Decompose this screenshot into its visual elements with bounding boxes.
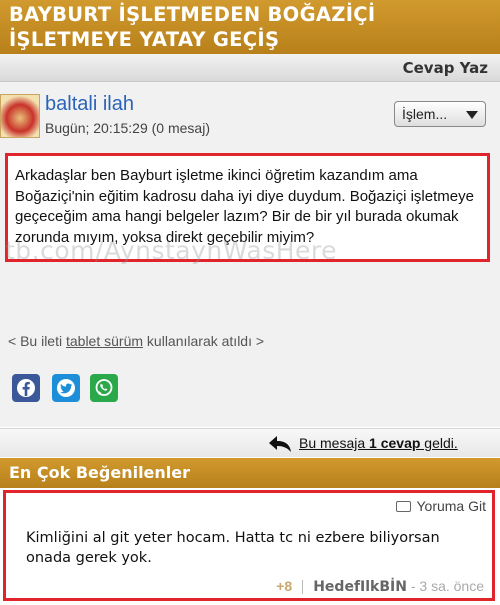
avatar[interactable] <box>0 94 40 138</box>
comment-time: - 3 sa. önce <box>406 578 484 594</box>
whatsapp-icon[interactable] <box>90 374 118 402</box>
top-comment-text: Kimliğini al git yeter hocam. Hatta tc n… <box>26 530 440 566</box>
watermark: tb.com/AynstaynWasHere <box>5 236 338 265</box>
chevron-down-icon <box>466 111 478 119</box>
divider <box>302 580 304 595</box>
tablet-note-prefix: < Bu ileti <box>8 333 66 349</box>
reply-info-bar: Bu mesaja 1 cevap geldi. <box>0 428 500 457</box>
comment-icon <box>396 500 412 512</box>
top-comment-meta: +8 HedefIlkBİN - 3 sa. önce <box>276 578 484 595</box>
comment-author[interactable]: HedefIlkBİN <box>313 579 407 595</box>
reply-count-prefix: Bu mesaja <box>299 435 370 451</box>
topic-title: BAYBURT İŞLETMEDEN BOĞAZİÇİ İŞLETMEYE YA… <box>9 3 376 51</box>
facebook-icon[interactable] <box>12 374 40 402</box>
twitter-icon[interactable] <box>52 374 80 402</box>
goto-comment-label: Yoruma Git <box>416 498 486 514</box>
tablet-note-suffix: kullanılarak atıldı > <box>143 333 265 349</box>
reply-button[interactable]: Cevap Yaz <box>403 59 488 77</box>
tablet-note: < Bu ileti tablet sürüm kullanılarak atı… <box>8 333 264 349</box>
like-count: +8 <box>276 578 293 594</box>
reply-arrow-icon <box>268 435 294 458</box>
post-username[interactable]: baltali ilah <box>45 93 134 116</box>
tablet-version-link[interactable]: tablet sürüm <box>66 333 143 349</box>
reply-count-link[interactable]: Bu mesaja 1 cevap geldi. <box>299 435 458 451</box>
topic-header: BAYBURT İŞLETMEDEN BOĞAZİÇİ İŞLETMEYE YA… <box>0 0 500 54</box>
reply-count-suffix: geldi. <box>420 435 458 451</box>
post-timestamp: Bugün; 20:15:29 (0 mesaj) <box>45 120 210 136</box>
top-comment: Yoruma Git Kimliğini al git yeter hocam.… <box>3 490 495 601</box>
goto-comment-link[interactable]: Yoruma Git <box>396 498 486 514</box>
most-liked-title: En Çok Beğenilenler <box>9 463 191 482</box>
reply-toolbar: Cevap Yaz <box>0 54 500 82</box>
reply-count: 1 cevap <box>369 435 421 451</box>
action-dropdown-label: İşlem... <box>402 106 448 122</box>
most-liked-header: En Çok Beğenilenler <box>0 458 500 488</box>
action-dropdown[interactable]: İşlem... <box>394 101 486 127</box>
